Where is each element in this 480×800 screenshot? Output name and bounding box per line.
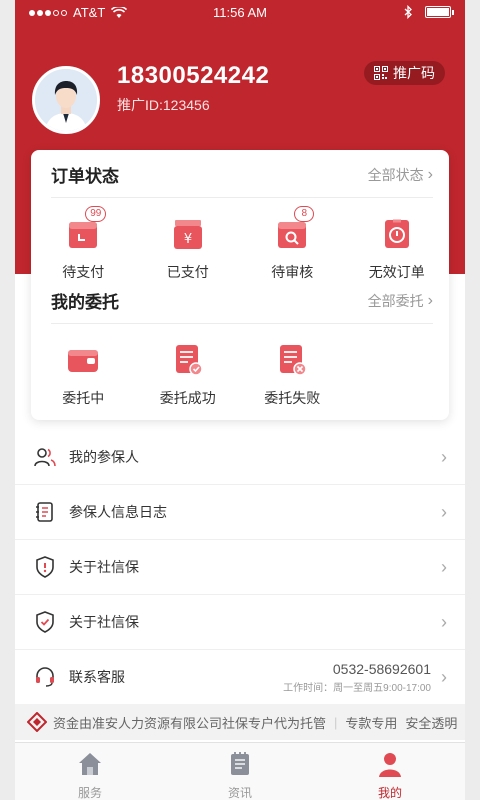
entrust-in-progress-label: 委托中 <box>62 390 105 406</box>
chevron-right-icon: › <box>441 501 447 522</box>
avatar[interactable] <box>32 66 100 134</box>
doc-x-icon <box>272 340 312 380</box>
notice-tag-1: 专款专用 <box>345 715 398 731</box>
user-icon <box>379 753 401 777</box>
tab-news-label: 资讯 <box>227 786 252 800</box>
entrust-grid: 委托中 委托成功 委托失败 <box>31 340 449 408</box>
all-entrust-label: 全部委托 <box>367 292 424 309</box>
entrust-success-label: 委托成功 <box>159 390 216 406</box>
doc-check-icon <box>168 340 208 380</box>
wallet-clock-icon: 99 <box>63 206 107 254</box>
tab-services-label: 服务 <box>77 786 102 800</box>
invalid-order-icon <box>377 214 417 254</box>
order-status-title: 订单状态 <box>51 167 119 186</box>
bottom-tab-bar: 服务 资讯 我的 <box>15 742 465 800</box>
battery-icon <box>425 6 454 18</box>
entrust-success[interactable]: 委托成功 <box>136 340 241 408</box>
promo-code-label: 推广码 <box>393 65 435 81</box>
settings-menu: 我的参保人 › 参保人信息日志 › 关于社信保 › 关于社信保 › 联系客服 0… <box>15 430 465 705</box>
notice-tag-2: 安全透明 <box>405 715 458 731</box>
service-phone[interactable]: 0532-58692601 <box>283 661 431 677</box>
all-status-link[interactable]: 全部状态 › <box>368 165 433 185</box>
tab-news[interactable]: 资讯 <box>165 743 315 800</box>
all-entrust-link[interactable]: 全部委托 › <box>368 291 433 311</box>
log-icon <box>36 502 53 522</box>
menu-customer-service[interactable]: 联系客服 0532-58692601 工作时间：周一至周五9:00-17:00 … <box>15 650 465 705</box>
menu-about-2[interactable]: 关于社信保 › <box>15 595 465 650</box>
menu-insured-log-label: 参保人信息日志 <box>69 504 167 520</box>
entrust-in-progress[interactable]: 委托中 <box>31 340 136 408</box>
order-invalid[interactable]: 无效订单 <box>345 214 450 282</box>
menu-insured-log[interactable]: 参保人信息日志 › <box>15 485 465 540</box>
svg-text:¥: ¥ <box>184 232 192 247</box>
promo-id: 推广ID:123456 <box>117 95 210 115</box>
service-hours: 工作时间：周一至周五9:00-17:00 <box>283 682 431 694</box>
news-icon <box>231 752 249 775</box>
chevron-right-icon: › <box>441 446 447 467</box>
notice-divider: | <box>334 714 338 730</box>
menu-about-2-label: 关于社信保 <box>69 614 139 630</box>
search-doc-icon: 8 <box>272 206 315 254</box>
headset-icon <box>36 667 54 687</box>
status-bar: AT&T 11:56 AM <box>15 0 465 26</box>
tab-mine-label: 我的 <box>377 786 402 800</box>
entrust-title: 我的委托 <box>51 293 119 312</box>
shield-check-icon <box>36 611 54 633</box>
qr-code-icon <box>374 66 388 80</box>
tab-services[interactable]: 服务 <box>15 743 165 800</box>
tab-mine[interactable]: 我的 <box>315 743 465 800</box>
status-right <box>404 5 454 19</box>
all-status-label: 全部状态 <box>367 166 424 183</box>
bluetooth-icon <box>404 5 412 19</box>
pending-review-badge: 8 <box>294 206 315 222</box>
order-pending-payment[interactable]: 99 待支付 <box>31 206 136 282</box>
entrust-failed-label: 委托失败 <box>264 390 321 406</box>
chevron-right-icon: › <box>427 165 433 183</box>
order-status-grid: 99 待支付 ¥ 已支付 8 待审核 无效订单 <box>31 206 450 282</box>
menu-about-1[interactable]: 关于社信保 › <box>15 540 465 595</box>
user-phone: 18300524242 <box>117 62 270 89</box>
entrust-failed[interactable]: 委托失败 <box>240 340 345 408</box>
company-logo-icon <box>27 712 47 732</box>
pending-payment-badge: 99 <box>85 206 107 222</box>
orders-card: 订单状态 全部状态 › 99 待支付 ¥ 已支付 8 待审核 无效订单 我的委托… <box>31 150 449 420</box>
promo-id-label: 推广ID: <box>117 97 163 113</box>
people-icon <box>34 448 56 467</box>
app-screen: AT&T 11:56 AM 18300524242 推广ID:123456 推广… <box>15 0 465 800</box>
shield-alert-icon <box>36 556 54 578</box>
menu-customer-service-label: 联系客服 <box>69 669 125 685</box>
chevron-right-icon: › <box>441 556 447 577</box>
chevron-right-icon: › <box>441 666 447 687</box>
home-icon <box>79 753 101 775</box>
order-paid[interactable]: ¥ 已支付 <box>136 214 241 282</box>
menu-my-insured-label: 我的参保人 <box>69 449 139 465</box>
order-status-header: 订单状态 全部状态 › <box>51 152 433 198</box>
menu-about-1-label: 关于社信保 <box>69 559 139 575</box>
clock: 11:56 AM <box>213 5 267 20</box>
wallet-icon <box>63 340 103 380</box>
service-info: 0532-58692601 工作时间：周一至周五9:00-17:00 <box>283 661 431 694</box>
yen-wallet-icon: ¥ <box>168 214 208 254</box>
trust-notice: 资金由准安人力资源有限公司社保专户代为托管 | 专款专用 安全透明 <box>15 704 465 740</box>
menu-my-insured[interactable]: 我的参保人 › <box>15 430 465 485</box>
entrust-header: 我的委托 全部委托 › <box>51 278 433 324</box>
chevron-right-icon: › <box>427 291 433 309</box>
order-pending-review[interactable]: 8 待审核 <box>240 206 345 282</box>
chevron-right-icon: › <box>441 611 447 632</box>
promo-id-value: 123456 <box>162 97 210 113</box>
notice-text: 资金由准安人力资源有限公司社保专户代为托管 <box>53 715 327 731</box>
promo-code-button[interactable]: 推广码 <box>364 61 445 85</box>
